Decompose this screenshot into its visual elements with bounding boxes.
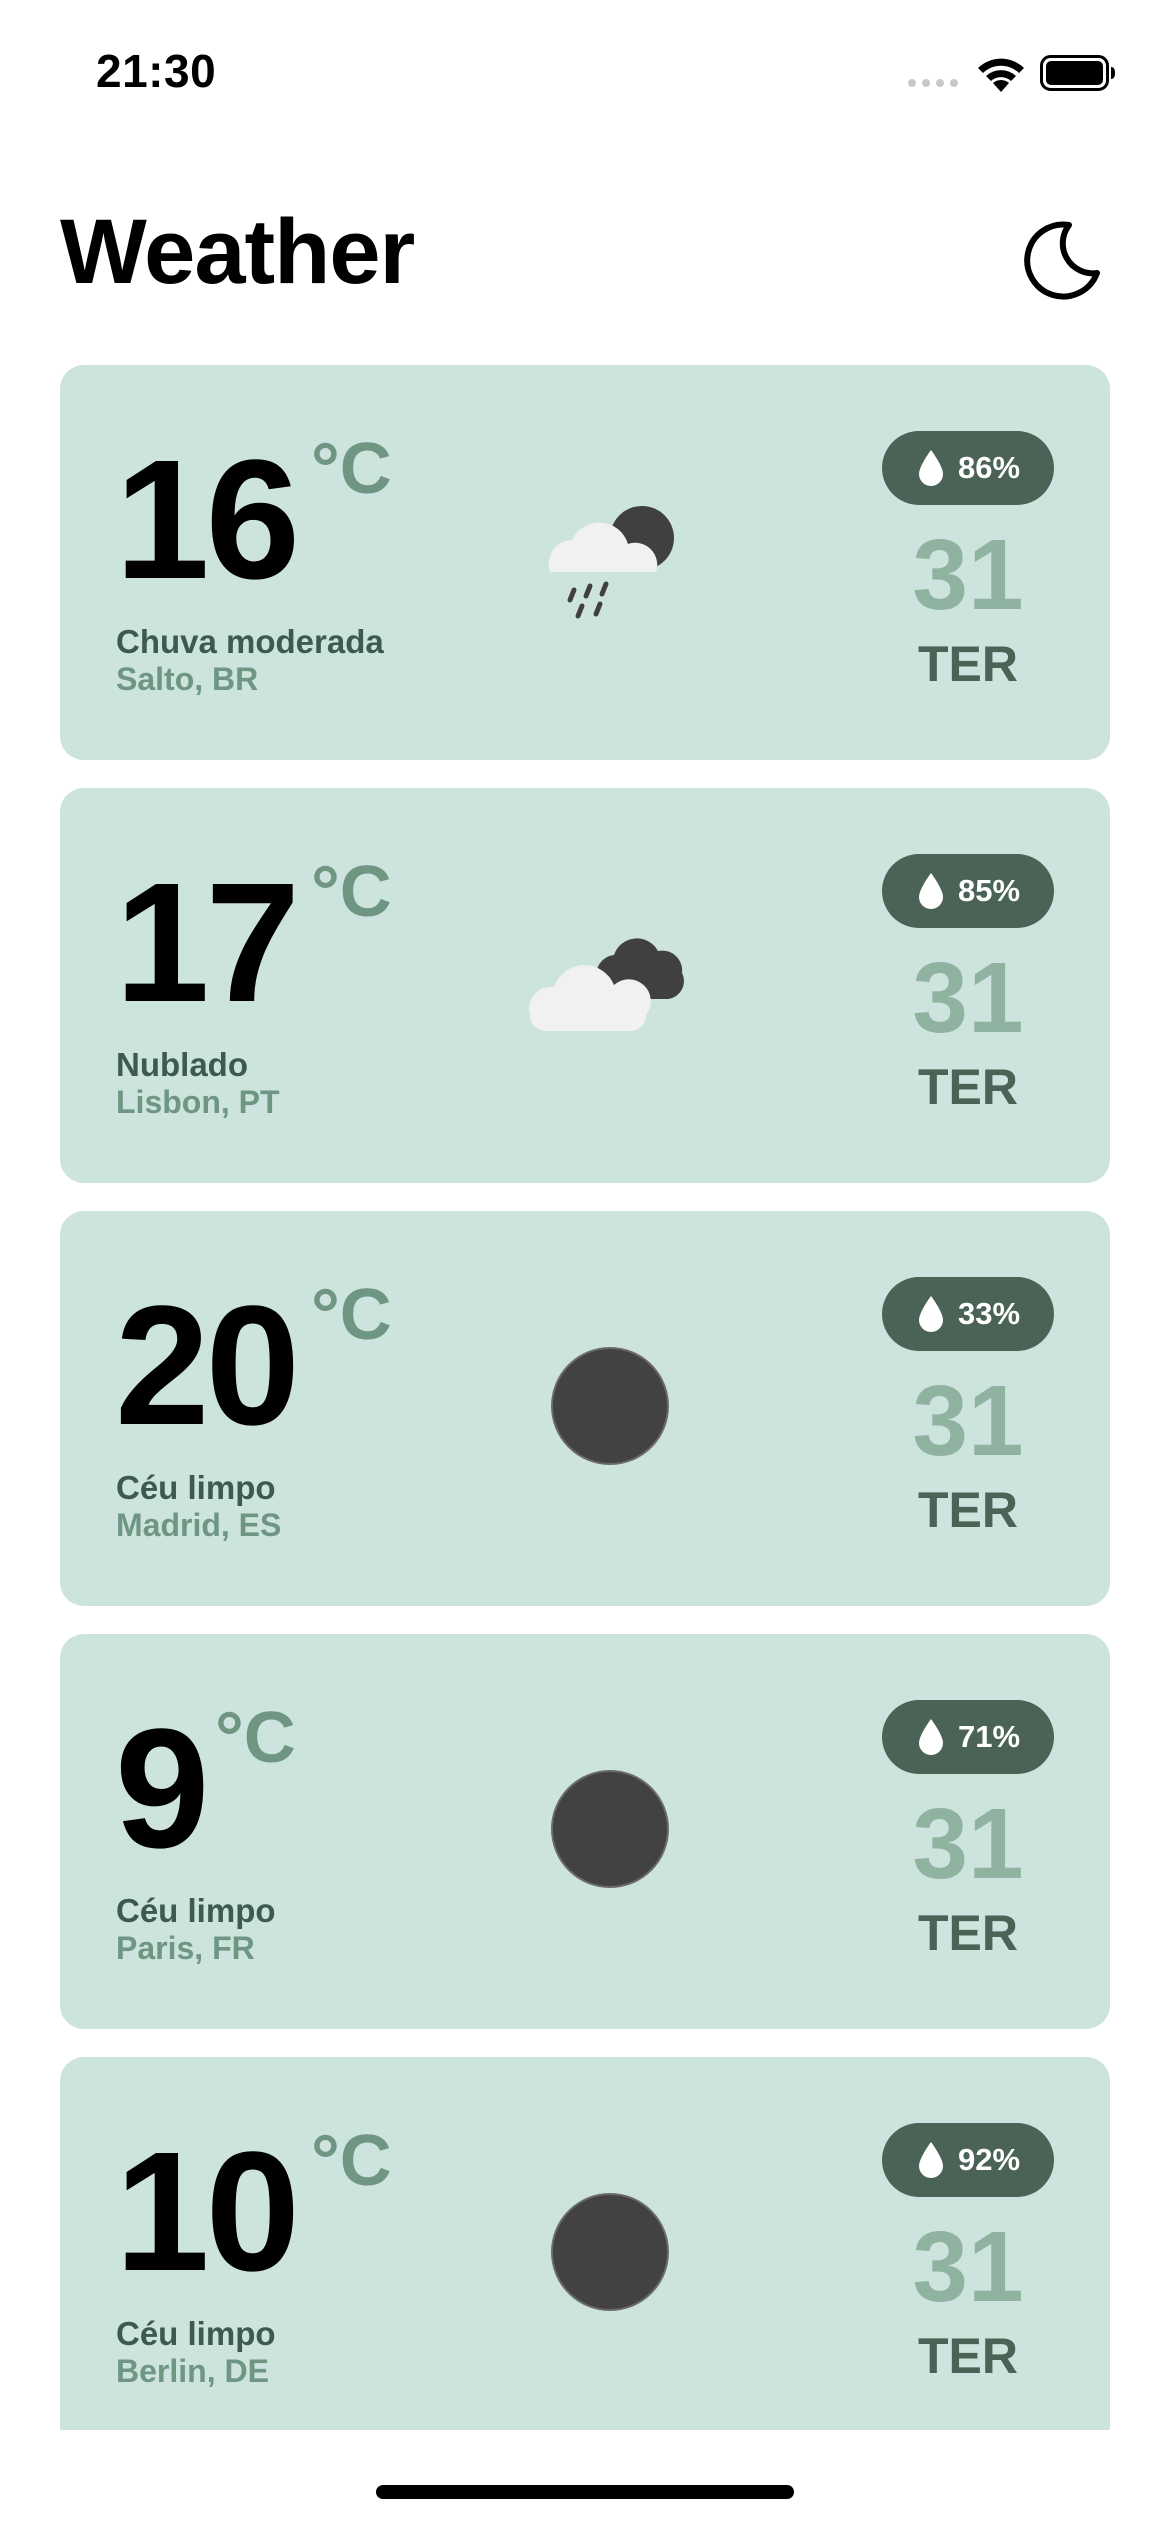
city-location: Salto, BR [116, 661, 259, 697]
water-drop-icon [918, 450, 943, 486]
humidity-badge: 85% [882, 854, 1054, 928]
weather-condition: Nublado [116, 1046, 248, 1083]
temperature-unit: °C [311, 429, 392, 509]
day-name: TER [918, 1905, 1018, 1961]
temperature-unit: °C [311, 1275, 392, 1355]
weather-card-list[interactable]: 16 °C Chuva moderada Salto, BR 86% 31 TE… [60, 365, 1110, 2430]
weather-card[interactable]: 9 °C Céu limpo Paris, FR 71% 31 TER [60, 1634, 1110, 2029]
status-bar: 21:30 [0, 0, 1170, 150]
day-number: 31 [912, 519, 1024, 631]
water-drop-icon [918, 873, 943, 909]
day-name: TER [918, 1059, 1018, 1115]
day-name: TER [918, 2328, 1018, 2384]
temperature-value: 16 [115, 425, 300, 615]
status-time: 21:30 [96, 45, 217, 97]
temperature-unit: °C [215, 1698, 296, 1778]
clear-night-icon [551, 1347, 669, 1465]
temperature-value: 10 [115, 2117, 300, 2307]
page-title: Weather [60, 201, 415, 303]
day-number: 31 [912, 2211, 1024, 2323]
cloudy-icon [529, 938, 684, 1031]
water-drop-icon [918, 1719, 943, 1755]
home-indicator[interactable] [376, 2485, 794, 2499]
humidity-badge: 92% [882, 2123, 1054, 2197]
day-name: TER [918, 636, 1018, 692]
cellular-signal-icon [908, 79, 958, 87]
temperature-unit: °C [311, 2121, 392, 2201]
city-location: Madrid, ES [116, 1507, 282, 1543]
weather-card[interactable]: 16 °C Chuva moderada Salto, BR 86% 31 TE… [60, 365, 1110, 760]
city-location: Berlin, DE [116, 2353, 269, 2389]
temperature-value: 9 [115, 1694, 210, 1884]
weather-condition: Céu limpo [116, 1892, 276, 1929]
weather-condition: Céu limpo [116, 2315, 276, 2352]
moon-icon [1024, 221, 1100, 300]
weather-card[interactable]: 17 °C Nublado Lisbon, PT 85% 31 TER [60, 788, 1110, 1183]
humidity-value: 86% [957, 450, 1021, 485]
humidity-value: 92% [957, 2142, 1021, 2177]
humidity-value: 85% [957, 873, 1021, 908]
day-name: TER [918, 1482, 1018, 1538]
weather-card[interactable]: 20 °C Céu limpo Madrid, ES 33% 31 TER [60, 1211, 1110, 1606]
clear-night-icon [551, 1770, 669, 1888]
weather-condition: Céu limpo [116, 1469, 276, 1506]
temperature-value: 20 [115, 1271, 300, 1461]
humidity-value: 71% [957, 1719, 1021, 1754]
humidity-badge: 33% [882, 1277, 1054, 1351]
wifi-icon [978, 58, 1024, 92]
weather-condition: Chuva moderada [116, 623, 384, 660]
humidity-badge: 71% [882, 1700, 1054, 1774]
battery-icon [1040, 55, 1115, 91]
temperature-unit: °C [311, 852, 392, 932]
city-location: Lisbon, PT [116, 1084, 280, 1120]
day-number: 31 [912, 1365, 1024, 1477]
weather-card[interactable]: 10 °C Céu limpo Berlin, DE 92% 31 TER [60, 2057, 1110, 2430]
theme-toggle-button[interactable] [1010, 210, 1110, 310]
water-drop-icon [918, 2142, 943, 2178]
clear-night-icon [551, 2193, 669, 2311]
city-location: Paris, FR [116, 1930, 255, 1966]
humidity-badge: 86% [882, 431, 1054, 505]
day-number: 31 [912, 942, 1024, 1054]
humidity-value: 33% [957, 1296, 1021, 1331]
day-number: 31 [912, 1788, 1024, 1900]
cloud-rain-moon-icon [548, 506, 674, 619]
temperature-value: 17 [115, 848, 300, 1038]
water-drop-icon [918, 1296, 943, 1332]
